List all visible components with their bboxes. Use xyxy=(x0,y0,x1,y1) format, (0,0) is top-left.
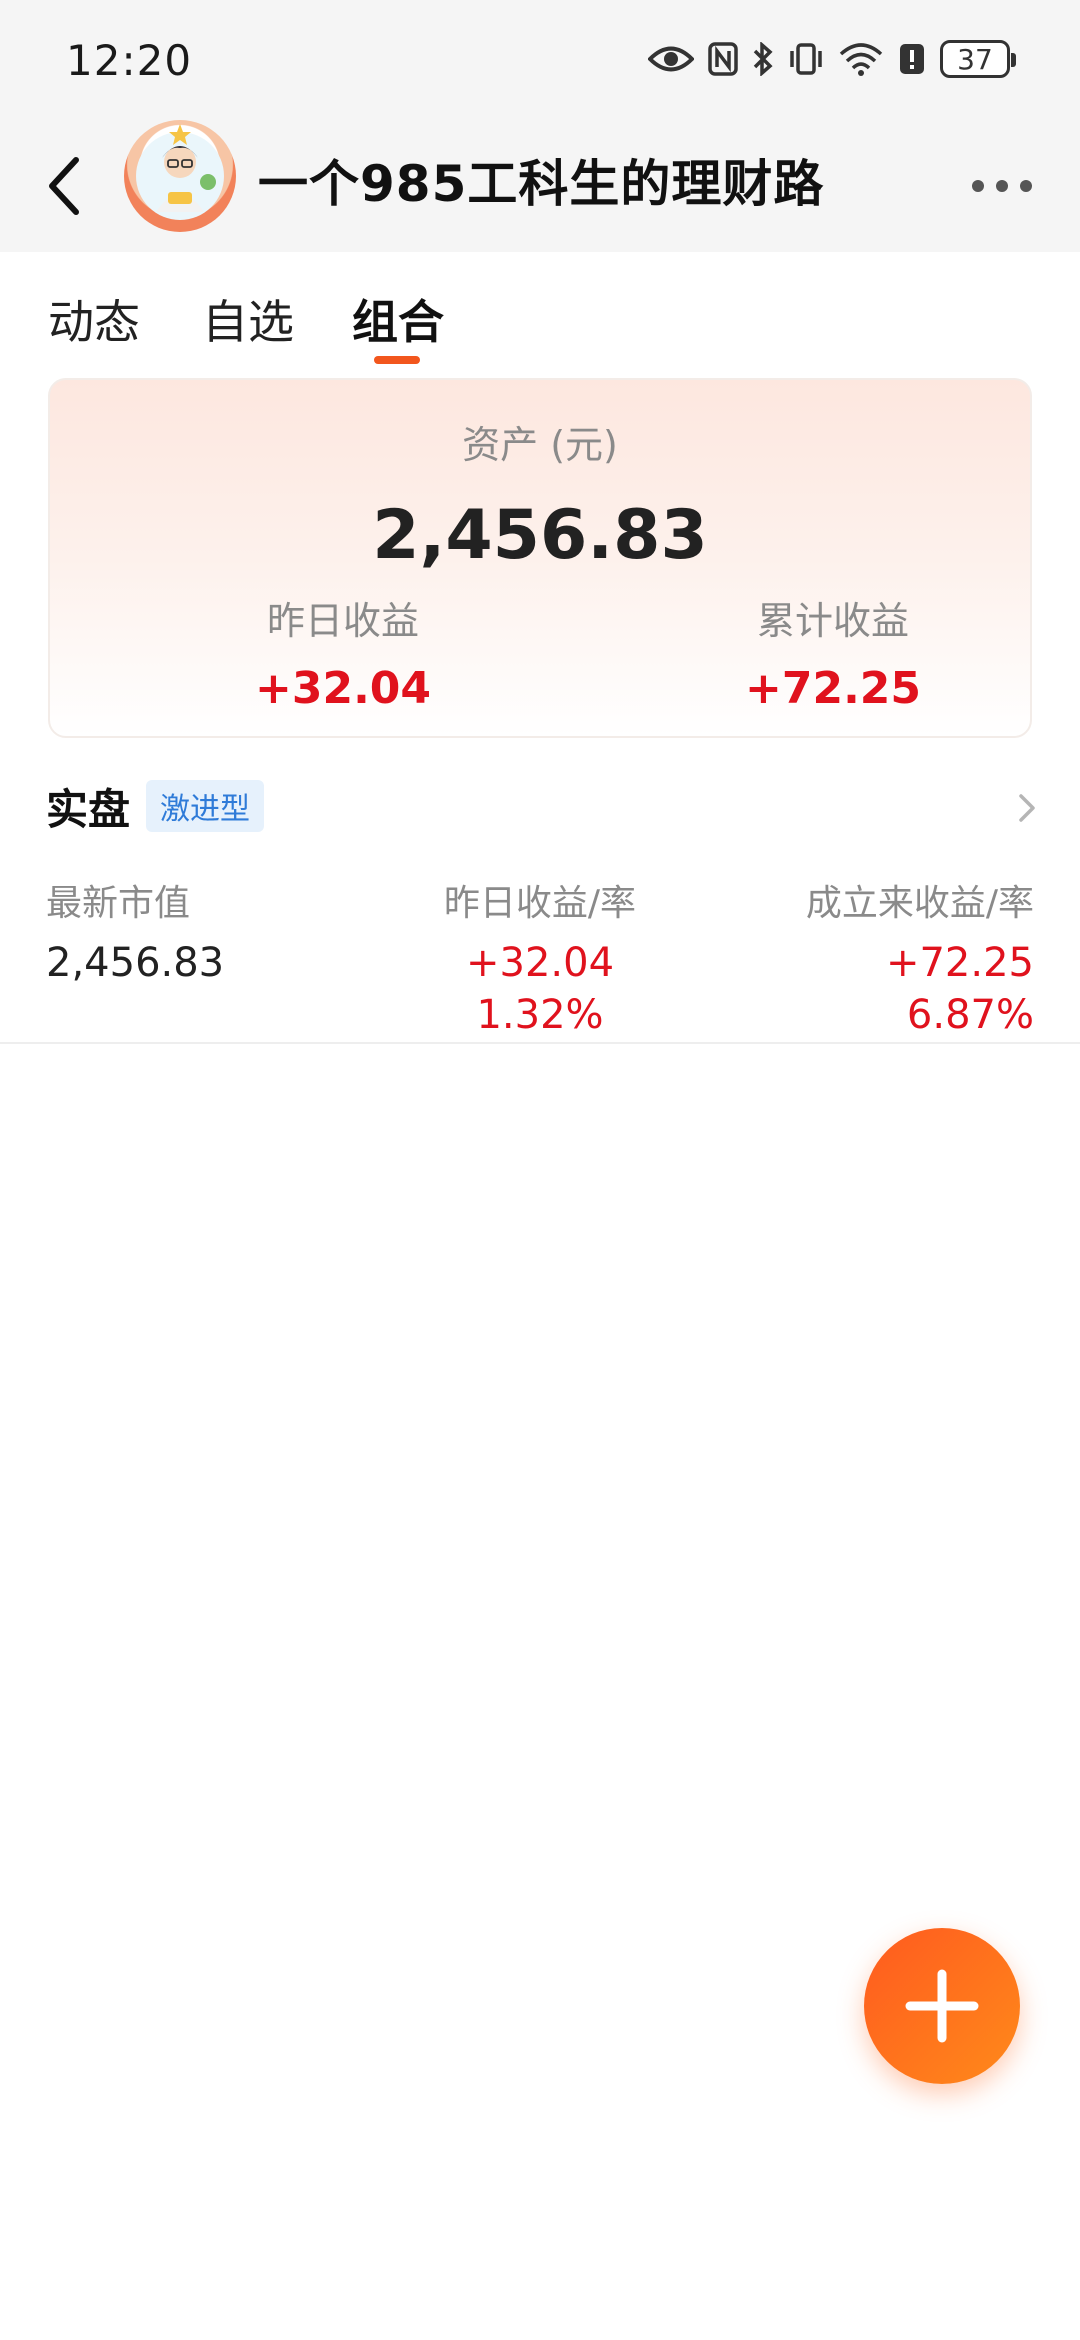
market-value-label: 最新市值 xyxy=(46,883,191,924)
more-dots-icon xyxy=(972,180,984,192)
portfolio-header[interactable]: 实盘 激进型 xyxy=(46,780,265,834)
bluetooth-icon xyxy=(753,42,773,76)
more-dots-icon xyxy=(996,180,1008,192)
asset-card[interactable]: 资产 (元) 2,456.83 昨日收益 +32.04 累计收益 +72.25 xyxy=(48,378,1032,738)
more-button[interactable] xyxy=(972,166,1032,206)
nfc-icon xyxy=(708,42,738,76)
tab-indicator xyxy=(374,356,420,364)
yesterday-stat-value: +32.04 xyxy=(465,940,615,986)
yesterday-earnings-value: +32.04 xyxy=(254,663,432,714)
alert-icon xyxy=(900,44,924,74)
chevron-right-icon[interactable] xyxy=(1012,790,1042,826)
total-earnings-value: +72.25 xyxy=(744,663,922,714)
back-button[interactable] xyxy=(40,146,90,226)
status-time: 12:20 xyxy=(66,36,193,85)
avatar-illustration xyxy=(136,124,224,220)
avatar[interactable] xyxy=(124,120,236,232)
screen: 12:20 37 一个985工科生的理财路 动态 自选 组合 资产 (元) 2,… xyxy=(0,0,1080,2340)
add-button[interactable] xyxy=(864,1928,1020,2084)
total-earnings-label: 累计收益 xyxy=(756,599,909,643)
more-dots-icon xyxy=(1020,180,1032,192)
yesterday-stat-label: 昨日收益/率 xyxy=(443,883,637,924)
tab-portfolio[interactable]: 组合 xyxy=(352,286,444,352)
nav-header: 一个985工科生的理财路 xyxy=(0,120,1080,252)
wifi-icon xyxy=(839,43,883,76)
yesterday-stat: 昨日收益/率 +32.04 1.32% xyxy=(420,874,660,1038)
battery-icon: 37 xyxy=(940,40,1016,78)
yesterday-stat-rate: 1.32% xyxy=(476,992,604,1038)
yesterday-earnings: 昨日收益 +32.04 xyxy=(183,590,503,714)
vibrate-icon xyxy=(790,43,822,75)
since-inception-value: +72.25 xyxy=(885,940,1034,986)
asset-value: 2,456.83 xyxy=(372,496,708,575)
status-bar: 12:20 37 xyxy=(0,0,1080,120)
market-value-stat: 最新市值 2,456.83 xyxy=(46,874,224,986)
status-icons: 37 xyxy=(648,34,1016,84)
portfolio-title: 实盘 xyxy=(46,784,131,834)
total-earnings: 累计收益 +72.25 xyxy=(673,590,993,714)
plus-icon xyxy=(905,1969,979,2043)
since-inception-label: 成立来收益/率 xyxy=(805,883,1034,924)
page-title: 一个985工科生的理财路 xyxy=(258,155,825,213)
tab-bar: 动态 自选 组合 xyxy=(0,252,1080,370)
risk-tag: 激进型 xyxy=(146,780,265,832)
section-divider xyxy=(0,1042,1080,1044)
eye-icon xyxy=(648,46,694,72)
since-inception-stat: 成立来收益/率 +72.25 6.87% xyxy=(806,874,1034,1038)
tab-dynamics[interactable]: 动态 xyxy=(48,286,140,352)
since-inception-rate: 6.87% xyxy=(906,992,1034,1038)
market-value: 2,456.83 xyxy=(46,940,225,986)
tab-watchlist[interactable]: 自选 xyxy=(202,286,294,352)
yesterday-earnings-label: 昨日收益 xyxy=(266,599,419,643)
asset-label: 资产 (元) xyxy=(462,423,618,467)
